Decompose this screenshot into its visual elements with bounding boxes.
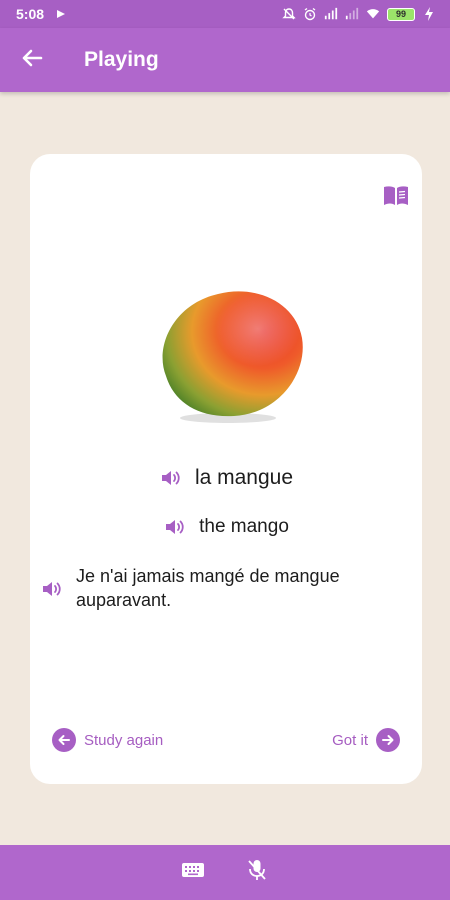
mango-image xyxy=(146,286,306,426)
got-it-label: Got it xyxy=(332,731,368,749)
book-icon xyxy=(382,186,410,212)
volume-icon[interactable] xyxy=(163,516,185,538)
got-it-button[interactable]: Got it xyxy=(332,728,400,752)
study-again-button[interactable]: Study again xyxy=(52,728,163,752)
keyboard-button[interactable] xyxy=(178,858,208,888)
arrow-left-icon xyxy=(21,47,43,74)
bottom-bar xyxy=(0,845,450,900)
mic-off-icon xyxy=(246,858,268,887)
status-time: 5:08 xyxy=(16,6,45,22)
charging-icon xyxy=(422,7,436,21)
arrow-right-circle-icon xyxy=(376,728,400,752)
translation-text: the mango xyxy=(199,516,289,537)
example-sentence-row: Je n'ai jamais mangé de mangue auparavan… xyxy=(40,564,410,612)
volume-icon[interactable] xyxy=(159,467,181,489)
example-sentence-text: Je n'ai jamais mangé de mangue auparavan… xyxy=(76,566,340,610)
dictionary-button[interactable] xyxy=(382,184,410,208)
play-store-icon xyxy=(54,7,68,21)
flashcard: la mangue the mango Je n'ai jamais mangé… xyxy=(30,154,422,784)
word-text: la mangue xyxy=(194,466,294,489)
status-bar: 5:08 99 xyxy=(0,0,450,28)
app-bar: Playing xyxy=(0,28,450,92)
back-button[interactable] xyxy=(0,28,64,92)
study-again-label: Study again xyxy=(84,731,164,749)
volume-icon[interactable] xyxy=(40,578,62,600)
mic-off-button[interactable] xyxy=(242,858,272,888)
word-row: la mangue xyxy=(30,466,422,490)
status-right: 99 xyxy=(282,7,436,21)
bell-off-icon xyxy=(282,7,296,21)
arrow-left-circle-icon xyxy=(52,728,76,752)
wifi-icon xyxy=(366,7,380,21)
alarm-icon xyxy=(303,7,317,21)
status-left: 5:08 xyxy=(16,6,68,22)
signal-icon xyxy=(324,7,338,21)
translation-row: the mango xyxy=(30,516,422,538)
page-title: Playing xyxy=(84,48,159,71)
signal-weak-icon xyxy=(345,7,359,21)
app-screen: 5:08 99 Playing la mangue the mango Je n… xyxy=(0,0,450,900)
keyboard-icon xyxy=(181,861,205,884)
battery-indicator: 99 xyxy=(387,7,415,21)
